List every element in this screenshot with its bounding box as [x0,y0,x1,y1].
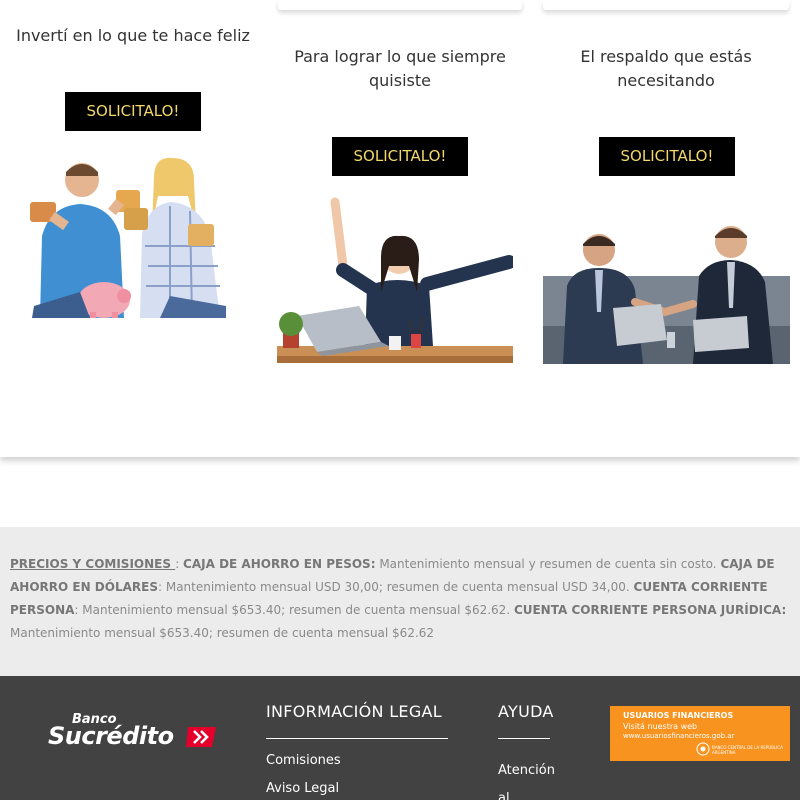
banner-url: www.usuariosfinancieros.gob.ar [623,732,735,740]
pricing-value: Mantenimiento mensual y resumen de cuent… [375,557,721,571]
usuarios-financieros-banner[interactable]: USUARIOS FINANCIEROS Visitá nuestra web … [610,706,790,761]
card-title: Invertí en lo que te hace feliz [16,26,250,45]
pricing-value: Mantenimiento mensual $653.40; resumen d… [10,626,435,640]
pricing-disclaimer: PRECIOS Y COMISIONES : CAJA DE AHORRO EN… [0,527,800,676]
footer-link-legal-notice[interactable]: Aviso Legal [266,781,339,796]
footer-link-attention-cont[interactable]: al [498,791,510,800]
logo-main-text: Sucrédito [48,722,174,750]
bcra-seal-icon [696,742,710,756]
banner-bcra-text: BANCO CENTRAL DE LA REPÚBLICA ARGENTINA [712,745,783,755]
prices-commissions-link[interactable]: PRECIOS Y COMISIONES [10,557,175,571]
pricing-key: CAJA DE AHORRO EN PESOS: [183,557,376,571]
site-footer: Banco Sucrédito INFORMACIÓN LEGAL Comisi… [0,676,800,800]
logo-chevrons-icon [186,727,216,747]
footer-link-attention[interactable]: Atención [498,763,555,778]
footer-link-commissions[interactable]: Comisiones [266,753,341,768]
banner-subtitle: Visitá nuestra web [623,722,698,731]
bank-logo[interactable]: Banco Sucrédito [48,712,224,752]
solicit-button[interactable]: SOLICITALO! [65,92,201,131]
solicit-button[interactable]: SOLICITALO! [599,137,735,176]
legal-info-heading: INFORMACIÓN LEGAL [266,702,442,721]
help-heading-divider [498,738,550,739]
pricing-separator: : [175,557,184,571]
product-cards-section: Invertí en lo que te hace feliz SOLICITA… [0,0,800,457]
legal-heading-divider [266,738,448,739]
solicit-button[interactable]: SOLICITALO! [332,137,468,176]
pricing-key: CUENTA CORRIENTE PERSONA JURÍDICA: [513,603,787,617]
card-title: Para lograr lo que siempre quisiste [294,47,506,90]
help-heading: AYUDA [498,702,554,721]
card-title: El respaldo que estás necesitando [580,47,752,90]
business-handshake-photo [543,216,790,364]
pricing-value: : Mantenimiento mensual $653.40; resumen… [74,603,514,617]
card-top-edge [278,0,522,10]
banner-title: USUARIOS FINANCIEROS [623,711,734,720]
woman-celebrating-at-desk-photo [277,196,513,363]
card-top-edge [543,0,789,10]
pricing-value: : Mantenimiento mensual USD 30,00; resum… [157,580,634,594]
couple-with-piggy-bank-photo [20,156,234,318]
